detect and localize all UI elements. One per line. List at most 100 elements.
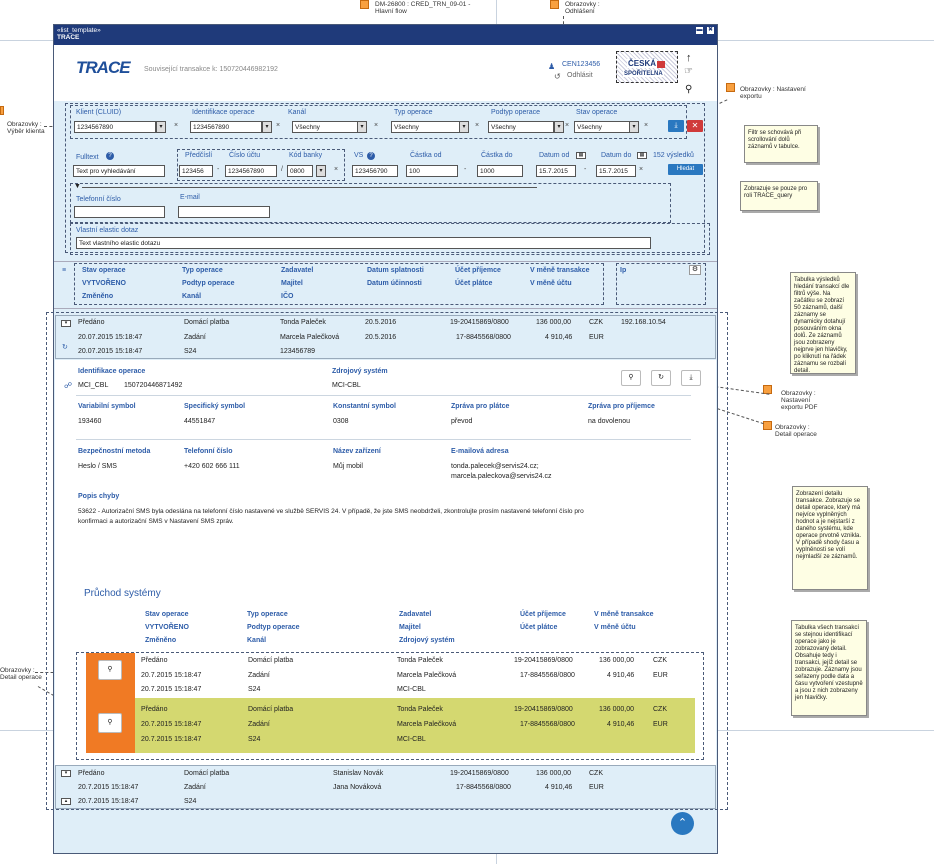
trace-logo: TRACE [76,58,131,77]
trace-window: «list_template» TRACE ▬ ✖ TRACE Souvisej… [46,24,728,854]
annotation-client: Obrazovky : Výběr klienta [7,121,45,135]
email-input[interactable] [178,206,270,218]
minimize-button[interactable]: ▬ [696,27,703,34]
search-button[interactable]: Hledat [668,164,703,175]
row-2-expand-icon[interactable]: ▾ [61,770,71,777]
flow-link-icon[interactable] [360,0,369,9]
logout-icon[interactable]: ↺ [554,72,561,81]
client-input[interactable]: 1234567890 [74,121,156,133]
state-clear-icon[interactable]: × [644,122,648,129]
opid-dropdown-icon[interactable]: ▾ [262,121,272,133]
detail-search-button[interactable]: ⚲ [621,370,641,386]
detail-op-link-icon[interactable] [763,421,772,430]
column-header [74,263,604,305]
note-detail: Zobrazení detailu transakce. Zobrazuje s… [792,486,868,590]
date-from-input[interactable]: 15.7.2015 [536,165,576,177]
note-filter: Filtr se schovává při scrollování dolů z… [744,125,818,163]
elastic-label: Vlastní elastic dotaz [76,227,139,234]
annotation-detail: Obrazovky : Detail operace [775,424,817,438]
back-to-top-button[interactable]: ⌃ [671,812,694,835]
channel-clear-icon[interactable]: × [374,122,378,129]
opid-clear-icon[interactable]: × [276,122,280,129]
state-dropdown-icon[interactable]: ▾ [629,121,639,133]
client-clear-icon[interactable]: × [174,122,178,129]
date-to-calendar-icon[interactable]: ▦ [637,152,647,159]
channel-label: Kanál [288,109,306,116]
scroll-up-icon[interactable]: ↑ [686,52,692,64]
fulltext-input[interactable]: Text pro vyhledávání [73,165,165,177]
vs-info-icon: ? [367,152,375,160]
client-dropdown-icon[interactable]: ▾ [156,121,166,133]
prefix-input[interactable]: 123456 [179,165,213,177]
detail-refresh-button[interactable]: ↻ [651,370,671,386]
annotation-detail-left: Obrazovky : Detail operace [0,667,42,681]
client-label: Klient (CLUID) [76,109,122,116]
bank-logo: ČESKÁ SPOŘITELNA [616,51,678,83]
fulltext-info-icon: ? [106,152,114,160]
phone-label: Telefonní číslo [76,196,121,203]
vs-label: VS [354,152,364,159]
row-expand-icon[interactable]: ▾ [61,320,71,327]
system-row-2-detail-button[interactable]: ⚲ [98,713,122,733]
phone-input[interactable] [74,206,165,218]
amount-from-label: Částka od [410,152,442,159]
channel-select[interactable]: Všechny [292,121,366,133]
detail-pdf-export-button[interactable]: ⤓ [681,370,701,386]
table-row[interactable] [55,765,716,809]
reset-button[interactable]: ✕ [687,120,703,132]
type-select[interactable]: Všechny [391,121,461,133]
result-count: 152 výsledků [653,152,694,159]
subtype-select[interactable]: Všechny [488,121,554,133]
pointer-icon: ☞ [684,66,693,77]
subtype-label: Podtyp operace [491,109,541,116]
date-to-label: Datum do [601,152,632,159]
window-title: TRACE [57,34,80,41]
columns-settings-icon[interactable]: ≡ [62,267,66,274]
client-select-link-icon[interactable] [0,106,4,115]
note-query: Zobrazuje se pouze pro roli TRACE_query [740,181,818,211]
system-row-1-detail-button[interactable]: ⚲ [98,660,122,680]
annotation-logout: Obrazovky : Odhlášení [565,1,600,15]
annotation-export: Obrazovky : Nastavení exportu [740,86,806,100]
account-input[interactable]: 1234567890 [225,165,277,177]
annotation-flow: DM-26800 : CRED_TRN_09-01 - Hlavní flow [375,1,471,15]
subtype-clear-icon[interactable]: × [565,122,569,129]
date-clear-icon[interactable]: × [639,166,643,173]
channel-dropdown-icon[interactable]: ▾ [357,121,367,133]
user-name: CEN123456 [562,61,601,68]
bank-input[interactable]: 0800 [287,165,313,177]
zoom-icon[interactable]: ⚲ [685,84,692,95]
row-refresh-icon[interactable]: ↻ [62,343,68,351]
account-label: Číslo účtu [229,152,261,159]
link-icon: ☍ [64,381,73,390]
date-from-label: Datum od [539,152,570,159]
type-dropdown-icon[interactable]: ▾ [459,121,469,133]
collapse-icon[interactable]: ▼ [74,183,81,190]
close-button[interactable]: ✖ [707,27,714,34]
opid-input[interactable]: 1234567890 [190,121,262,133]
amount-from-input[interactable]: 100 [406,165,458,177]
bank-clear-icon[interactable]: × [334,166,338,173]
date-to-input[interactable]: 15.7.2015 [596,165,636,177]
systems-title: Průchod systémy [84,588,161,599]
elastic-input[interactable]: Text vlastního elastic dotazu [76,237,651,249]
prefix-label: Předčíslí [185,152,213,159]
type-clear-icon[interactable]: × [475,122,479,129]
logout-screen-link-icon[interactable] [550,0,559,9]
fulltext-label: Fulltext [76,154,99,161]
amount-to-input[interactable]: 1000 [477,165,523,177]
opid-label: Identifikace operace [192,109,255,116]
export-settings-link-icon[interactable] [726,83,735,92]
state-select[interactable]: Všechny [574,121,636,133]
bank-dropdown-icon[interactable]: ▾ [316,165,326,177]
annotation-pdf: Obrazovky : Nastavení exportu PDF [781,390,818,411]
amount-to-label: Částka do [481,152,513,159]
subtype-dropdown-icon[interactable]: ▾ [554,121,564,133]
export-button[interactable]: ⤓ [668,120,684,132]
row-2-pin-icon[interactable]: ▴ [61,798,71,805]
logout-link[interactable]: Odhlásit [567,72,593,79]
date-from-calendar-icon[interactable]: ▦ [576,152,586,159]
settings-gear-icon[interactable]: ⚙ [689,265,701,275]
note-results: Tabulka výsledků hledání transakcí dle f… [790,272,856,374]
vs-input[interactable]: 123456790 [352,165,398,177]
